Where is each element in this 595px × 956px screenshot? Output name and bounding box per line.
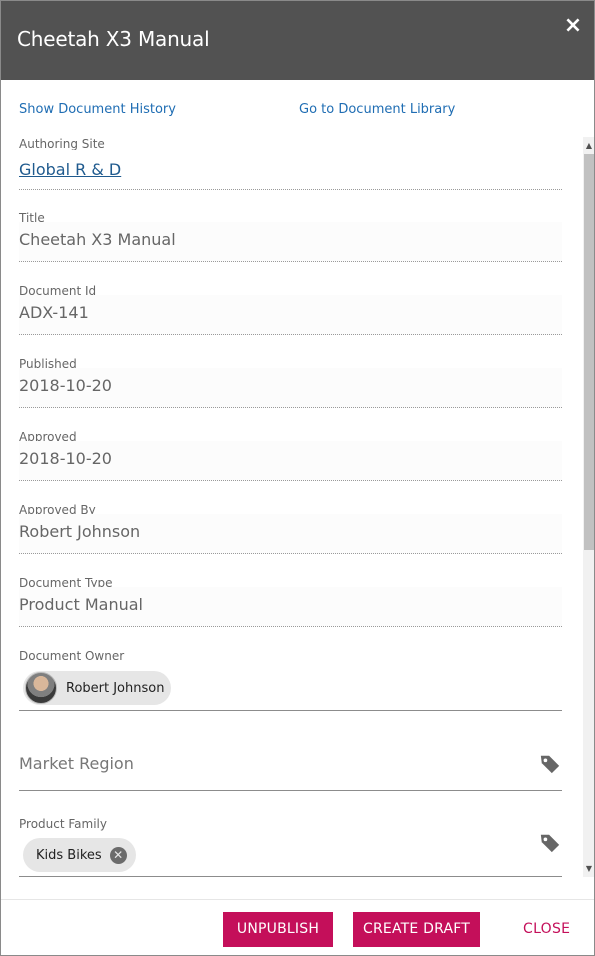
document-properties-panel: Cheetah X3 Manual × Show Document Histor… xyxy=(0,0,595,956)
product-family-underline xyxy=(19,876,562,877)
panel-title: Cheetah X3 Manual xyxy=(17,27,210,51)
show-document-history-link[interactable]: Show Document History xyxy=(19,101,176,119)
approved-by-value: Robert Johnson xyxy=(19,522,141,541)
market-region-placeholder: Market Region xyxy=(19,754,134,773)
owner-chip[interactable]: Robert Johnson xyxy=(23,671,171,705)
title-value: Cheetah X3 Manual xyxy=(19,230,176,249)
title-box: Cheetah X3 Manual xyxy=(19,222,562,262)
product-family-label: Product Family xyxy=(19,817,107,831)
fields-scroll-area[interactable]: Authoring Site Global R & D Title Cheeta… xyxy=(1,133,594,878)
panel-footer: UNPUBLISH CREATE DRAFT CLOSE xyxy=(1,899,594,955)
product-family-chip[interactable]: Kids Bikes ✕ xyxy=(23,838,136,872)
close-icon[interactable]: × xyxy=(561,15,585,39)
title-field: Title Cheetah X3 Manual xyxy=(19,211,562,263)
scroll-up-icon[interactable]: ▲ xyxy=(583,139,594,153)
scrollbar-thumb[interactable] xyxy=(584,154,594,550)
document-links: Show Document History Go to Document Lib… xyxy=(1,101,594,121)
document-owner-label: Document Owner xyxy=(19,649,125,663)
unpublish-button[interactable]: UNPUBLISH xyxy=(223,912,333,947)
authoring-site-box: Global R & D xyxy=(19,150,562,190)
product-family-chip-label: Kids Bikes xyxy=(36,847,102,863)
close-button[interactable]: CLOSE xyxy=(523,912,570,947)
product-family-field: Product Family Kids Bikes ✕ xyxy=(19,817,562,877)
published-field: Published 2018-10-20 xyxy=(19,357,562,409)
document-id-value: ADX-141 xyxy=(19,303,89,322)
approved-field: Approved 2018-10-20 xyxy=(19,430,562,482)
authoring-site-link[interactable]: Global R & D xyxy=(19,160,121,180)
document-type-value: Product Manual xyxy=(19,595,143,614)
approved-box: 2018-10-20 xyxy=(19,441,562,481)
market-region-underline xyxy=(19,790,562,791)
published-box: 2018-10-20 xyxy=(19,368,562,408)
owner-underline xyxy=(19,710,562,711)
document-type-box: Product Manual xyxy=(19,587,562,627)
panel-header: Cheetah X3 Manual × xyxy=(1,1,594,80)
authoring-site-field: Authoring Site Global R & D xyxy=(19,137,562,190)
approved-value: 2018-10-20 xyxy=(19,449,112,468)
published-value: 2018-10-20 xyxy=(19,376,112,395)
document-type-field: Document Type Product Manual xyxy=(19,576,562,628)
remove-chip-icon[interactable]: ✕ xyxy=(109,846,127,864)
go-to-document-library-link[interactable]: Go to Document Library xyxy=(299,101,455,119)
authoring-site-label: Authoring Site xyxy=(19,137,105,151)
scroll-down-icon[interactable]: ▼ xyxy=(583,862,594,876)
document-owner-field: Document Owner Robert Johnson xyxy=(19,649,562,711)
market-region-field[interactable]: Market Region xyxy=(19,733,562,791)
owner-chip-label: Robert Johnson xyxy=(66,680,165,696)
document-id-box: ADX-141 xyxy=(19,295,562,335)
create-draft-button[interactable]: CREATE DRAFT xyxy=(353,912,480,947)
document-id-field: Document Id ADX-141 xyxy=(19,284,562,336)
approved-by-field: Approved By Robert Johnson xyxy=(19,503,562,555)
tag-icon[interactable] xyxy=(539,753,561,775)
tag-icon[interactable] xyxy=(539,832,561,854)
avatar xyxy=(25,672,57,704)
approved-by-box: Robert Johnson xyxy=(19,514,562,554)
